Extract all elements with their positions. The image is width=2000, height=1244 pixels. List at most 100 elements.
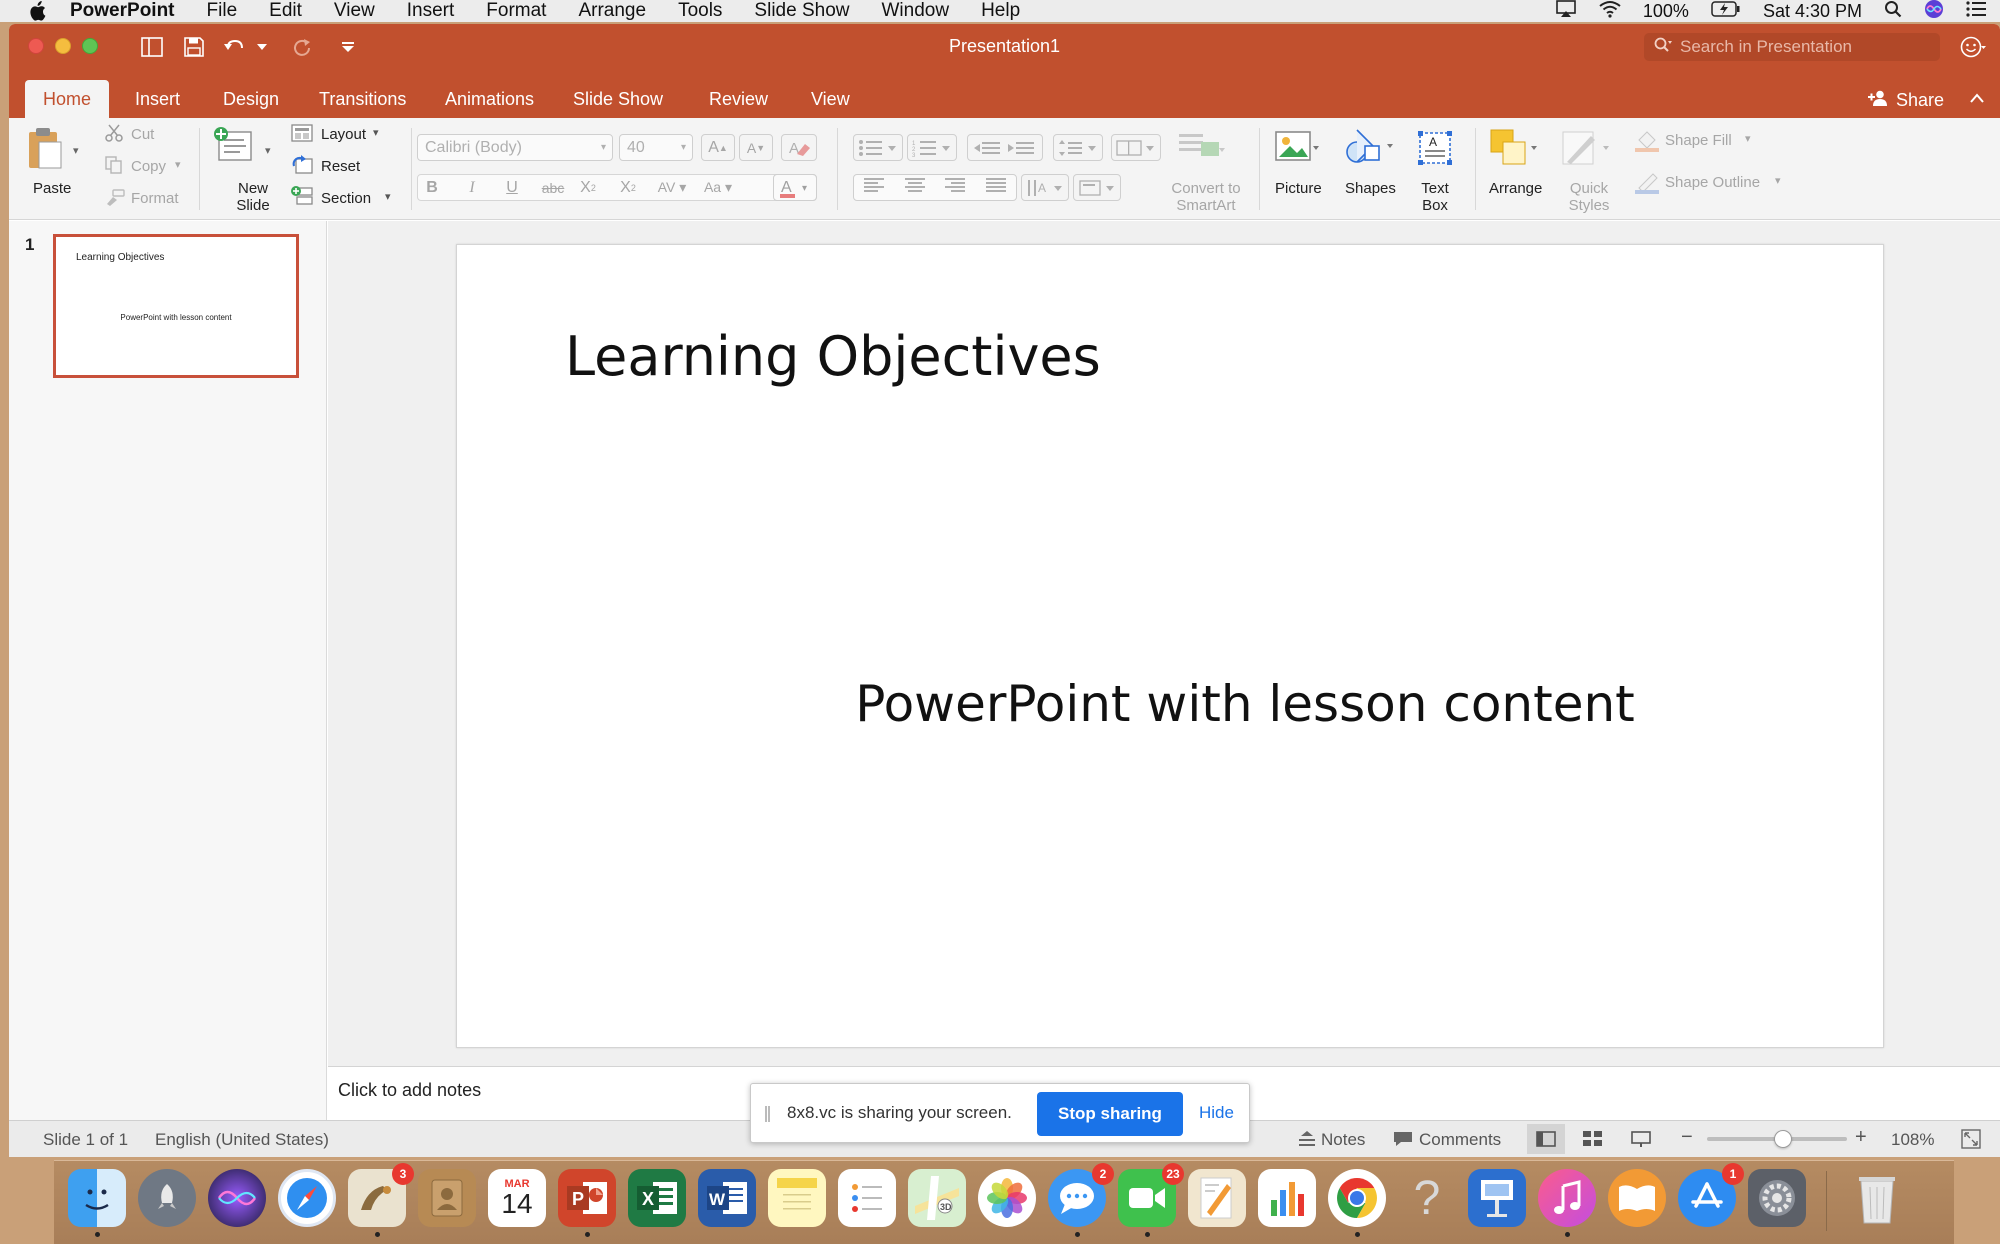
- stop-sharing-button[interactable]: Stop sharing: [1037, 1092, 1183, 1136]
- menu-help[interactable]: Help: [981, 0, 1020, 22]
- maps-icon[interactable]: 3D: [908, 1169, 966, 1227]
- tab-home[interactable]: Home: [25, 80, 109, 118]
- columns-icon[interactable]: [1111, 134, 1161, 161]
- strikethrough-icon[interactable]: abc: [536, 174, 570, 201]
- font-size-select[interactable]: 40 ▾: [619, 134, 693, 161]
- airplay-icon[interactable]: [1555, 0, 1577, 23]
- unknown-app-icon[interactable]: ?: [1398, 1169, 1456, 1227]
- change-case-icon[interactable]: Aa ▾: [698, 174, 738, 201]
- section-dropdown-icon[interactable]: ▾: [385, 190, 391, 203]
- hide-button[interactable]: Hide: [1199, 1103, 1234, 1123]
- comments-button[interactable]: Comments: [1419, 1130, 1501, 1150]
- cut-icon[interactable]: [105, 124, 123, 146]
- trash-icon[interactable]: [1848, 1169, 1906, 1227]
- copy-dropdown-icon[interactable]: ▾: [175, 158, 181, 171]
- convert-smartart-icon[interactable]: [1179, 132, 1225, 166]
- shapes-icon[interactable]: [1345, 128, 1395, 170]
- underline-icon[interactable]: U: [498, 174, 526, 201]
- reset-icon[interactable]: [291, 155, 313, 179]
- zoom-slider-knob[interactable]: [1774, 1130, 1792, 1148]
- quick-styles-icon[interactable]: [1561, 128, 1611, 172]
- tab-animations[interactable]: Animations: [429, 80, 550, 118]
- slide-title[interactable]: Learning Objectives: [565, 325, 1101, 388]
- siri-dock-icon[interactable]: [208, 1169, 266, 1227]
- quick-styles-button[interactable]: Quick Styles: [1557, 180, 1621, 214]
- finder-icon[interactable]: [68, 1169, 126, 1227]
- copy-icon[interactable]: [105, 156, 123, 178]
- mail-icon[interactable]: 3: [348, 1163, 414, 1227]
- music-icon[interactable]: [1538, 1169, 1596, 1227]
- shapes-button[interactable]: Shapes: [1345, 180, 1396, 197]
- new-slide-icon[interactable]: [213, 126, 253, 168]
- arrange-icon[interactable]: [1489, 128, 1539, 172]
- character-spacing-icon[interactable]: AV ▾: [652, 174, 692, 201]
- paste-button[interactable]: Paste: [33, 180, 71, 197]
- menu-window[interactable]: Window: [881, 0, 949, 22]
- menubar-clock[interactable]: Sat 4:30 PM: [1763, 1, 1862, 22]
- menu-tools[interactable]: Tools: [678, 0, 722, 22]
- menu-insert[interactable]: Insert: [407, 0, 455, 22]
- drag-handle-icon[interactable]: [765, 1106, 770, 1122]
- search-input[interactable]: Search in Presentation: [1644, 33, 1940, 61]
- slide-body-text[interactable]: PowerPoint with lesson content: [457, 675, 1883, 733]
- share-button[interactable]: Share: [1867, 90, 1944, 111]
- zoom-in-icon[interactable]: +: [1855, 1126, 1867, 1149]
- keynote-icon[interactable]: [1468, 1169, 1526, 1227]
- notes-button[interactable]: Notes: [1321, 1130, 1365, 1150]
- text-box-icon[interactable]: A: [1417, 130, 1453, 170]
- paste-icon[interactable]: [27, 126, 63, 174]
- safari-icon[interactable]: [278, 1169, 336, 1227]
- layout-icon[interactable]: [291, 124, 313, 146]
- shape-fill-icon[interactable]: [1635, 128, 1659, 156]
- pages-icon[interactable]: [1188, 1169, 1246, 1227]
- fit-to-window-icon[interactable]: [1961, 1129, 1981, 1154]
- shape-outline-dropdown-icon[interactable]: ▾: [1775, 174, 1781, 187]
- convert-to-smartart-button[interactable]: Convert to SmartArt: [1159, 180, 1253, 214]
- language-indicator[interactable]: English (United States): [155, 1130, 329, 1150]
- bold-icon[interactable]: B: [418, 174, 446, 201]
- format-painter-icon[interactable]: [105, 188, 125, 210]
- reset-button[interactable]: Reset: [321, 158, 360, 175]
- menu-slide-show[interactable]: Slide Show: [754, 0, 849, 22]
- layout-button[interactable]: Layout: [321, 126, 366, 143]
- slide-thumbnail[interactable]: Learning Objectives PowerPoint with less…: [53, 234, 299, 378]
- section-button[interactable]: Section: [321, 190, 371, 207]
- notes-icon[interactable]: [1297, 1131, 1317, 1152]
- section-icon[interactable]: [291, 186, 313, 210]
- books-icon[interactable]: [1608, 1169, 1666, 1227]
- comments-icon[interactable]: [1393, 1131, 1413, 1152]
- picture-icon[interactable]: [1275, 130, 1319, 170]
- superscript-icon[interactable]: X2: [574, 174, 602, 201]
- justify-icon[interactable]: [985, 178, 1006, 197]
- line-spacing-icon[interactable]: [1053, 134, 1103, 161]
- shape-fill-button[interactable]: Shape Fill: [1665, 132, 1732, 149]
- contacts-icon[interactable]: [418, 1169, 476, 1227]
- collapse-ribbon-icon[interactable]: [1970, 90, 1984, 108]
- app-store-icon[interactable]: 1: [1678, 1163, 1744, 1227]
- normal-view-icon[interactable]: [1527, 1124, 1565, 1154]
- menu-view[interactable]: View: [334, 0, 375, 22]
- tab-slide-show[interactable]: Slide Show: [557, 80, 679, 118]
- zoom-slider[interactable]: [1707, 1130, 1847, 1148]
- numbers-icon[interactable]: [1258, 1169, 1316, 1227]
- slide-sorter-icon[interactable]: [1583, 1131, 1603, 1152]
- align-center-icon[interactable]: [904, 178, 925, 197]
- subscript-icon[interactable]: X2: [614, 174, 642, 201]
- decrease-font-size-icon[interactable]: A ▼: [739, 134, 773, 161]
- increase-font-size-icon[interactable]: A ▲: [701, 134, 735, 161]
- align-text-icon[interactable]: [1073, 174, 1121, 201]
- paste-dropdown-icon[interactable]: ▾: [73, 144, 79, 157]
- launchpad-icon[interactable]: [138, 1169, 196, 1227]
- slide-canvas[interactable]: Learning Objectives PowerPoint with less…: [456, 244, 1884, 1048]
- tab-insert[interactable]: Insert: [119, 80, 196, 118]
- notes-app-icon[interactable]: [768, 1169, 826, 1227]
- apple-icon[interactable]: [26, 0, 48, 22]
- powerpoint-dock-icon[interactable]: P: [558, 1169, 616, 1227]
- picture-button[interactable]: Picture: [1275, 180, 1322, 197]
- system-preferences-icon[interactable]: [1748, 1169, 1806, 1227]
- wifi-icon[interactable]: [1599, 0, 1621, 23]
- font-name-select[interactable]: Calibri (Body) ▾: [417, 134, 613, 161]
- clear-formatting-icon[interactable]: A: [781, 134, 817, 161]
- copy-button[interactable]: Copy: [131, 158, 166, 175]
- font-color-icon[interactable]: A ▾: [773, 174, 817, 201]
